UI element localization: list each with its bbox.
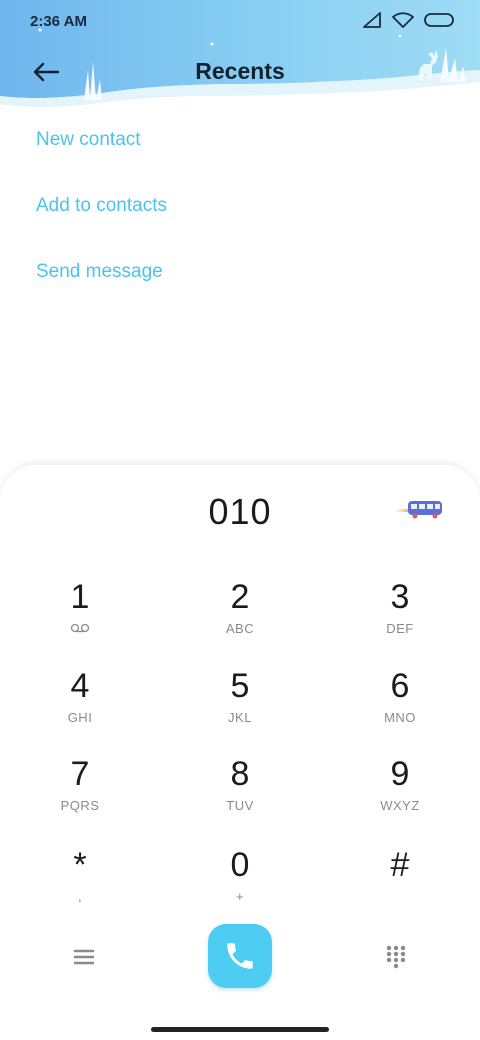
key-6[interactable]: 6 MNO	[340, 666, 460, 746]
menu-icon	[73, 949, 95, 965]
key-3[interactable]: 3 DEF	[340, 577, 460, 657]
dialpad-icon	[386, 945, 406, 969]
key-letters: +	[235, 889, 245, 904]
key-digit: 0	[230, 846, 250, 884]
key-7[interactable]: 7 PQRS	[20, 754, 140, 834]
key-digit: #	[390, 846, 410, 884]
key-letters: TUV	[226, 798, 254, 813]
new-contact-link[interactable]: New contact	[36, 127, 167, 193]
key-digit: 6	[390, 667, 410, 705]
key-digit: 4	[70, 667, 90, 705]
signal-icon	[363, 12, 381, 28]
key-letters: MNO	[384, 710, 416, 725]
key-9[interactable]: 9 WXYZ	[340, 754, 460, 834]
menu-button[interactable]	[66, 939, 102, 975]
key-0[interactable]: 0 +	[180, 845, 300, 925]
key-letters: GHI	[67, 710, 93, 725]
status-time: 2:36 AM	[30, 13, 87, 30]
key-digit: *	[73, 846, 87, 884]
key-1[interactable]: 1	[20, 577, 140, 657]
key-letters: PQRS	[60, 798, 100, 813]
voicemail-icon	[70, 623, 90, 633]
key-letters: DEF	[386, 621, 414, 636]
key-letters: ABC	[225, 621, 255, 636]
key-digit: 9	[390, 755, 410, 793]
key-letters: JKL	[228, 710, 252, 725]
wifi-icon	[392, 12, 414, 28]
key-letters: WXYZ	[380, 798, 420, 813]
header: 2:36 AM Recents	[0, 0, 480, 110]
add-to-contacts-link[interactable]: Add to contacts	[36, 193, 167, 259]
key-digit: 7	[70, 755, 90, 793]
key-4[interactable]: 4 GHI	[20, 666, 140, 746]
call-button[interactable]	[208, 924, 272, 988]
page-title: Recents	[195, 58, 285, 84]
key-digit: 8	[230, 755, 250, 793]
key-5[interactable]: 5 JKL	[180, 666, 300, 746]
key-hash[interactable]: #	[340, 845, 460, 925]
key-digit: 3	[390, 578, 410, 616]
send-message-link[interactable]: Send message	[36, 259, 167, 325]
dialer-screen: 2:36 AM Recents New contact Add to conta…	[0, 0, 480, 1040]
status-icons	[362, 12, 454, 28]
action-list: New contact Add to contacts Send message	[36, 127, 167, 325]
home-indicator[interactable]	[151, 1027, 329, 1032]
key-digit: 5	[230, 667, 250, 705]
key-digit: 1	[70, 578, 90, 616]
bus-icon	[394, 501, 442, 519]
dialpad-sheet: 010 1 2 ABC 3 DEF 4 GHI 5 JKL 6 MNO 7 PQ…	[0, 465, 480, 1040]
phone-icon	[227, 943, 253, 969]
key-letters: ,	[77, 889, 83, 904]
key-digit: 2	[230, 578, 250, 616]
dialpad-toggle-button[interactable]	[378, 939, 414, 975]
key-star[interactable]: * ,	[20, 845, 140, 925]
key-2[interactable]: 2 ABC	[180, 577, 300, 657]
battery-icon	[424, 13, 454, 27]
dialer-bottom-bar	[0, 923, 480, 989]
key-8[interactable]: 8 TUV	[180, 754, 300, 834]
